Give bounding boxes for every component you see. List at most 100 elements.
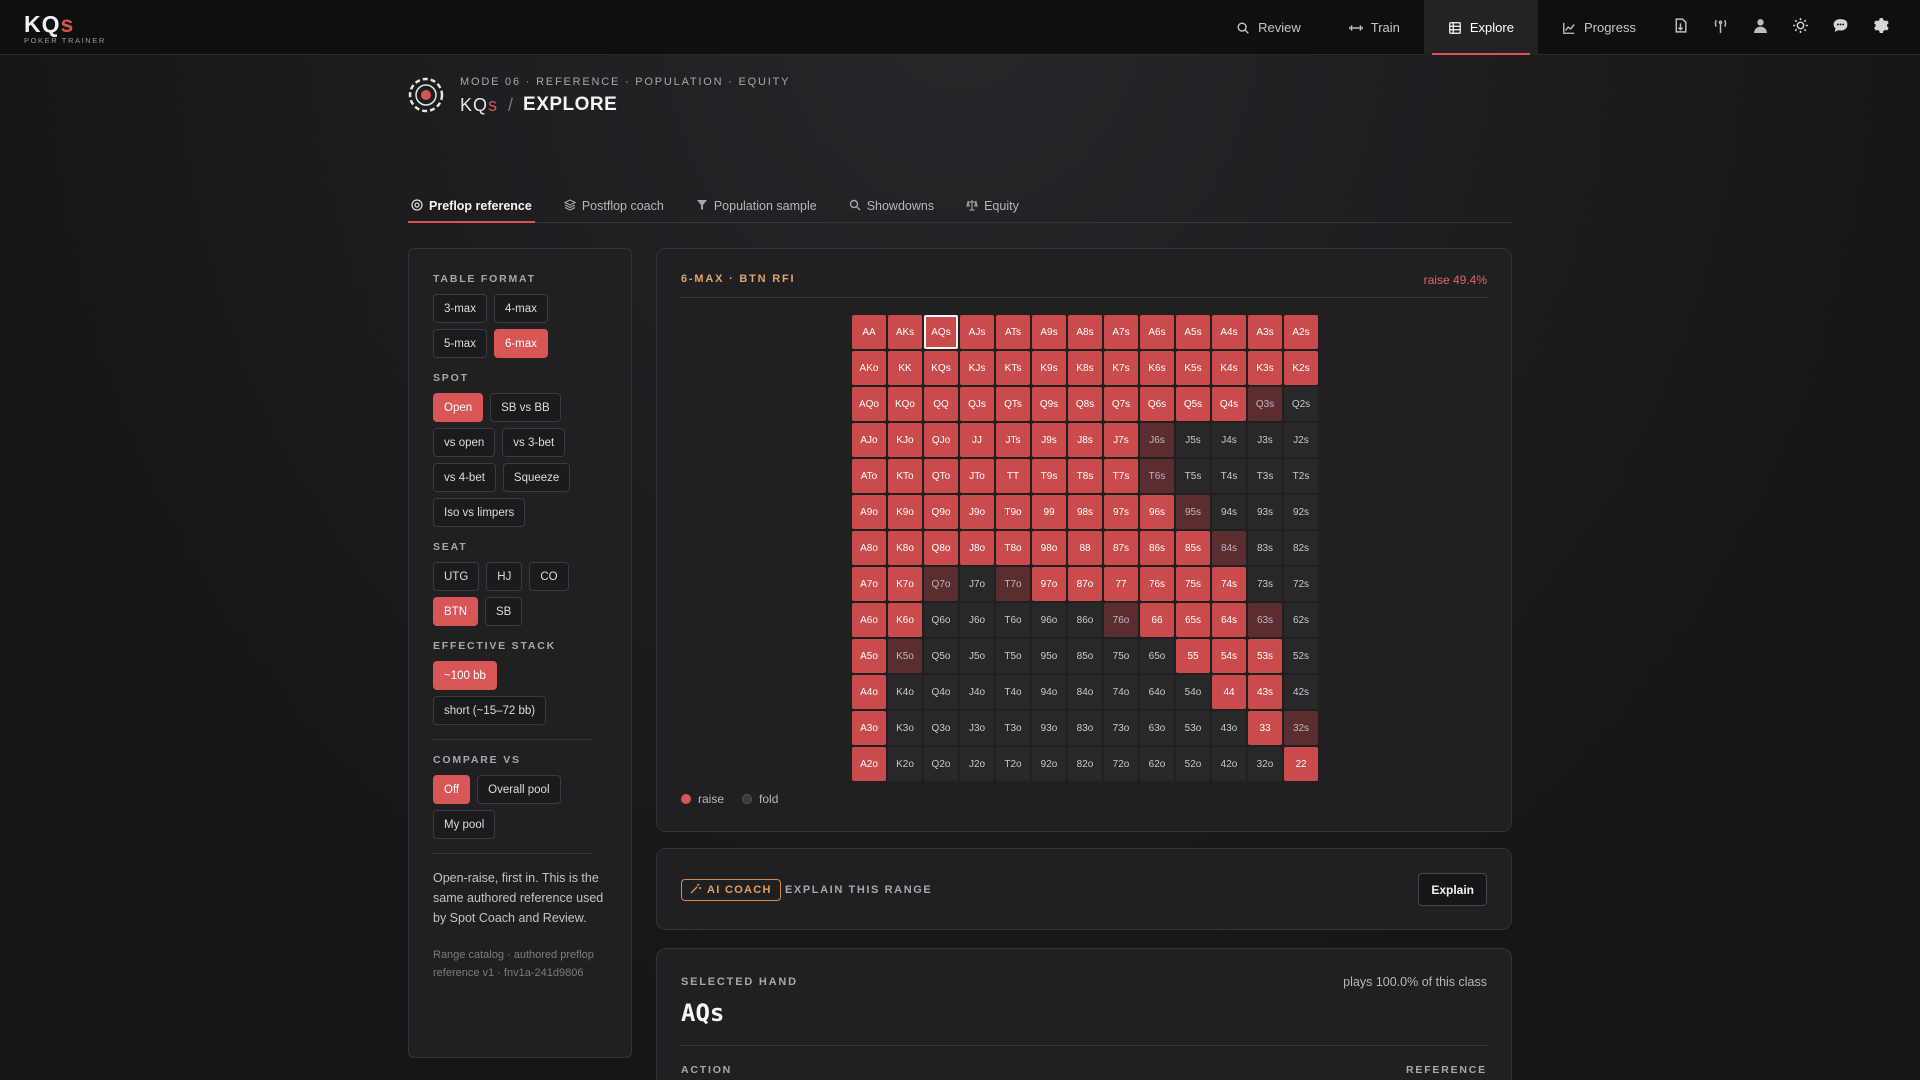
hand-cell[interactable]: K6s: [1140, 351, 1174, 385]
hand-cell[interactable]: QTo: [924, 459, 958, 493]
hand-cell[interactable]: 94s: [1212, 495, 1246, 529]
nav-train[interactable]: Train: [1325, 0, 1424, 55]
hand-cell[interactable]: 73s: [1248, 567, 1282, 601]
tab-equity[interactable]: Equity: [963, 190, 1022, 222]
nav-progress[interactable]: Progress: [1538, 0, 1660, 55]
hand-cell[interactable]: 84o: [1068, 675, 1102, 709]
hand-cell[interactable]: T2o: [996, 747, 1030, 781]
hand-cell[interactable]: J9s: [1032, 423, 1066, 457]
explain-button[interactable]: Explain: [1418, 873, 1487, 906]
hand-cell[interactable]: 86s: [1140, 531, 1174, 565]
hand-cell[interactable]: A6o: [852, 603, 886, 637]
hand-cell[interactable]: 86o: [1068, 603, 1102, 637]
format-4max-button[interactable]: 4-max: [493, 294, 548, 323]
seat-utg-button[interactable]: UTG: [433, 562, 480, 591]
hand-cell[interactable]: A6s: [1140, 315, 1174, 349]
hand-cell[interactable]: 97s: [1104, 495, 1138, 529]
hand-cell[interactable]: T3o: [996, 711, 1030, 745]
seat-sb-button[interactable]: SB: [485, 597, 523, 626]
hand-cell[interactable]: J6o: [960, 603, 994, 637]
hand-cell[interactable]: Q6s: [1140, 387, 1174, 421]
hand-cell[interactable]: ATs: [996, 315, 1030, 349]
hand-cell[interactable]: A4s: [1212, 315, 1246, 349]
hand-cell[interactable]: 76s: [1140, 567, 1174, 601]
hand-cell[interactable]: 93s: [1248, 495, 1282, 529]
tab-population-sample[interactable]: Population sample: [693, 190, 820, 222]
hand-cell[interactable]: Q8s: [1068, 387, 1102, 421]
hand-cell[interactable]: 93o: [1032, 711, 1066, 745]
hand-cell[interactable]: 42s: [1284, 675, 1318, 709]
hand-cell[interactable]: KK: [888, 351, 922, 385]
hand-cell[interactable]: 66: [1140, 603, 1174, 637]
hand-cell[interactable]: JJ: [960, 423, 994, 457]
hand-cell[interactable]: 74s: [1212, 567, 1246, 601]
hand-cell[interactable]: J6s: [1140, 423, 1174, 457]
hand-cell[interactable]: A8s: [1068, 315, 1102, 349]
compare-off-button[interactable]: Off: [433, 775, 471, 804]
app-logo[interactable]: KQs POKER TRAINER: [24, 13, 114, 46]
stack-short-button[interactable]: short (~15–72 bb): [433, 696, 547, 725]
hand-cell[interactable]: T6s: [1140, 459, 1174, 493]
hand-cell[interactable]: Q3s: [1248, 387, 1282, 421]
hand-cell[interactable]: T9s: [1032, 459, 1066, 493]
hand-cell[interactable]: T6o: [996, 603, 1030, 637]
hand-cell[interactable]: 85o: [1068, 639, 1102, 673]
hand-cell[interactable]: 53o: [1176, 711, 1210, 745]
hand-cell[interactable]: T5s: [1176, 459, 1210, 493]
hand-cell[interactable]: AKs: [888, 315, 922, 349]
hand-cell[interactable]: A2o: [852, 747, 886, 781]
hand-cell[interactable]: A7s: [1104, 315, 1138, 349]
hand-cell[interactable]: J3o: [960, 711, 994, 745]
hand-cell[interactable]: J9o: [960, 495, 994, 529]
hand-cell[interactable]: 83s: [1248, 531, 1282, 565]
spot-vs-4bet-button[interactable]: vs 4-bet: [433, 463, 496, 492]
hand-cell[interactable]: T4s: [1212, 459, 1246, 493]
compare-overall-pool-button[interactable]: Overall pool: [477, 775, 561, 804]
hand-cell[interactable]: QJs: [960, 387, 994, 421]
format-6max-button[interactable]: 6-max: [493, 329, 548, 358]
hand-cell[interactable]: 63s: [1248, 603, 1282, 637]
hand-cell[interactable]: 22: [1284, 747, 1318, 781]
compare-my-pool-button[interactable]: My pool: [433, 810, 496, 839]
hand-cell[interactable]: AJo: [852, 423, 886, 457]
hand-cell[interactable]: K9o: [888, 495, 922, 529]
hand-cell[interactable]: 64o: [1140, 675, 1174, 709]
hand-cell[interactable]: 43o: [1212, 711, 1246, 745]
nav-review[interactable]: Review: [1212, 0, 1325, 55]
hand-cell[interactable]: KQo: [888, 387, 922, 421]
hand-cell[interactable]: A5s: [1176, 315, 1210, 349]
hand-cell[interactable]: AQo: [852, 387, 886, 421]
hand-cell[interactable]: ATo: [852, 459, 886, 493]
stack-100bb-button[interactable]: ~100 bb: [433, 661, 497, 690]
hand-cell[interactable]: 43s: [1248, 675, 1282, 709]
hand-cell[interactable]: K2s: [1284, 351, 1318, 385]
format-5max-button[interactable]: 5-max: [433, 329, 487, 358]
hand-cell[interactable]: K4o: [888, 675, 922, 709]
hand-cell[interactable]: 52o: [1176, 747, 1210, 781]
hand-cell[interactable]: 32s: [1284, 711, 1318, 745]
hand-cell[interactable]: A9o: [852, 495, 886, 529]
hand-cell[interactable]: J8o: [960, 531, 994, 565]
hand-cell[interactable]: J5o: [960, 639, 994, 673]
hand-cell[interactable]: T7s: [1104, 459, 1138, 493]
hand-cell[interactable]: A3o: [852, 711, 886, 745]
hand-cell[interactable]: 63o: [1140, 711, 1174, 745]
seat-co-button[interactable]: CO: [529, 562, 569, 591]
spot-vs-open-button[interactable]: vs open: [433, 428, 496, 457]
hand-cell[interactable]: Q7s: [1104, 387, 1138, 421]
hand-cell[interactable]: Q3o: [924, 711, 958, 745]
hand-cell[interactable]: 54s: [1212, 639, 1246, 673]
hand-cell[interactable]: 82o: [1068, 747, 1102, 781]
hand-cell[interactable]: Q4o: [924, 675, 958, 709]
hand-cell[interactable]: QQ: [924, 387, 958, 421]
hand-cell[interactable]: K5o: [888, 639, 922, 673]
hand-cell[interactable]: A4o: [852, 675, 886, 709]
hand-cell[interactable]: Q8o: [924, 531, 958, 565]
hand-cell[interactable]: 92s: [1284, 495, 1318, 529]
hand-cell[interactable]: K8o: [888, 531, 922, 565]
hand-cell[interactable]: 76o: [1104, 603, 1138, 637]
hand-cell[interactable]: 94o: [1032, 675, 1066, 709]
hand-cell[interactable]: K9s: [1032, 351, 1066, 385]
hand-cell[interactable]: TT: [996, 459, 1030, 493]
hand-cell[interactable]: QTs: [996, 387, 1030, 421]
